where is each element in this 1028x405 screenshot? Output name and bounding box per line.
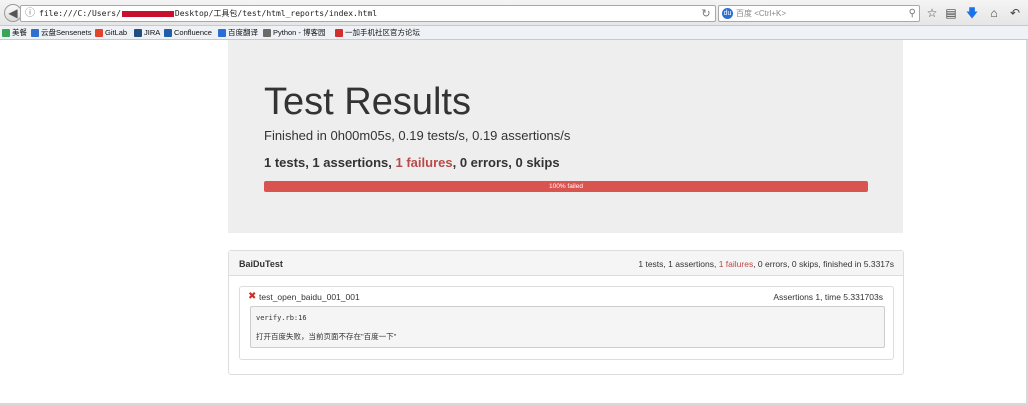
cnblogs-icon: [263, 29, 271, 37]
page-title: Test Results: [264, 81, 471, 123]
cloud-icon: [31, 29, 39, 37]
suite-panel: BaiDuTest 1 tests, 1 assertions, 1 failu…: [228, 250, 904, 375]
search-icon[interactable]: ⚲: [909, 8, 916, 20]
finished-stats: Finished in 0h00m05s, 0.19 tests/s, 0.19…: [264, 128, 571, 143]
error-details: verify.rb:16 打开百度失败，当前页面不存在"百度一下": [250, 306, 885, 348]
bookmark-gitlab[interactable]: GitLab: [95, 27, 127, 39]
error-location: verify.rb:16: [256, 314, 307, 322]
suite-name: BaiDuTest: [239, 259, 283, 269]
failures-count: 1 failures: [395, 155, 453, 170]
reload-icon[interactable]: ↻: [700, 8, 712, 20]
confluence-icon: [164, 29, 172, 37]
browser-toolbar: ◀ ⓘ file:///C:/Users/Desktop/工具包/test/ht…: [0, 0, 1028, 26]
test-case-row[interactable]: ✖ test_open_baidu_001_001 Assertions 1, …: [239, 286, 894, 360]
summary-counts: 1 tests, 1 assertions, 1 failures, 0 err…: [264, 155, 560, 170]
suite-stats: 1 tests, 1 assertions, 1 failures, 0 err…: [638, 259, 894, 269]
page-info-icon[interactable]: ⓘ: [25, 8, 36, 19]
search-placeholder: 百度 <Ctrl+K>: [736, 9, 787, 18]
bookmark-baidu-translate[interactable]: 百度翻译: [218, 27, 258, 39]
progress-fill: 100% failed: [264, 181, 868, 192]
bookmark-jira[interactable]: JIRA: [134, 27, 160, 39]
redacted-username: [121, 10, 174, 17]
results-header: Test Results Finished in 0h00m05s, 0.19 …: [228, 40, 903, 233]
bookmarks-menu-icon[interactable]: ▤: [943, 5, 959, 21]
error-message: 打开百度失败，当前页面不存在"百度一下": [256, 332, 397, 341]
undo-icon[interactable]: ↶: [1007, 5, 1023, 21]
bookmark-favicon-icon: [2, 29, 10, 37]
progress-bar: 100% failed: [264, 181, 868, 192]
oneplus-icon: [335, 29, 343, 37]
gitlab-icon: [95, 29, 103, 37]
bookmark-star-icon[interactable]: ☆: [924, 5, 940, 21]
search-bar[interactable]: du 百度 <Ctrl+K> ⚲: [718, 5, 920, 22]
download-icon[interactable]: 🡇: [964, 5, 980, 21]
translate-icon: [218, 29, 226, 37]
failure-x-icon: ✖: [248, 291, 257, 302]
home-icon[interactable]: ⌂: [986, 5, 1002, 21]
baidu-search-engine-icon[interactable]: du: [722, 8, 733, 19]
jira-icon: [134, 29, 142, 37]
test-name: test_open_baidu_001_001: [259, 292, 360, 302]
bookmark-oneplus-forum[interactable]: 一加手机社区官方论坛: [335, 27, 420, 39]
test-meta: Assertions 1, time 5.331703s: [773, 292, 883, 302]
bookmark-cloud-disk[interactable]: 云盘Sensenets: [31, 27, 91, 39]
suite-heading[interactable]: BaiDuTest 1 tests, 1 assertions, 1 failu…: [229, 251, 903, 276]
bookmarks-toolbar: 美餐 云盘Sensenets GitLab JIRA Confluence 百度…: [0, 26, 1028, 40]
suite-failures-count: 1 failures: [718, 259, 754, 269]
bookmark-python-cnblogs[interactable]: Python - 博客园: [263, 27, 326, 39]
bookmark-meican[interactable]: 美餐: [2, 27, 27, 39]
url-text: file:///C:/Users/Desktop/工具包/test/html_r…: [39, 9, 378, 18]
url-bar[interactable]: ⓘ file:///C:/Users/Desktop/工具包/test/html…: [20, 5, 716, 22]
bookmark-confluence[interactable]: Confluence: [164, 27, 212, 39]
